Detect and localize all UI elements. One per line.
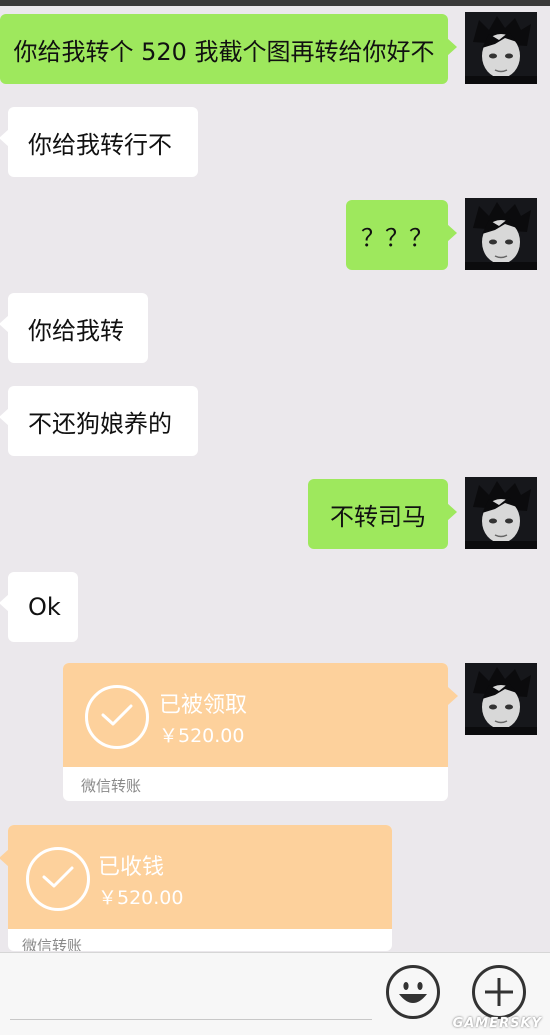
message-bubble-outgoing[interactable]: 你给我转个 520 我截个图再转给你好不 xyxy=(0,14,457,84)
bubble-tail xyxy=(0,849,9,867)
message-bubble-incoming[interactable]: 你给我转 xyxy=(0,293,148,363)
message-bubble-outgoing[interactable]: 不转司马 xyxy=(308,479,457,549)
message-text: 不还狗娘养的 xyxy=(28,409,172,438)
watermark: GAMERSKY xyxy=(452,1016,542,1031)
message-text: 你给我转个 520 我截个图再转给你好不 xyxy=(13,37,435,66)
chat-input-bar: GAMERSKY xyxy=(0,952,550,1035)
message-bubble-incoming[interactable]: Ok xyxy=(0,572,78,642)
plus-icon[interactable] xyxy=(472,965,526,1019)
transfer-card-incoming[interactable]: 已收钱 ￥520.00 微信转账 xyxy=(8,825,392,951)
message-input[interactable] xyxy=(10,1019,372,1020)
transfer-amount: ￥520.00 xyxy=(159,725,245,747)
avatar-icon[interactable] xyxy=(465,198,537,270)
check-icon xyxy=(26,847,90,911)
message-text: 不转司马 xyxy=(330,502,426,531)
emoji-icon[interactable] xyxy=(386,965,440,1019)
avatar-icon[interactable] xyxy=(465,12,537,84)
message-text: 你给我转行不 xyxy=(28,130,172,159)
avatar-icon[interactable] xyxy=(465,663,537,735)
status-bar xyxy=(0,0,550,6)
bubble-tail xyxy=(448,687,458,705)
message-bubble-outgoing[interactable]: ？？？ xyxy=(346,200,457,270)
transfer-amount: ￥520.00 xyxy=(98,887,184,909)
message-text: Ok xyxy=(28,593,61,621)
message-text: 你给我转 xyxy=(28,316,124,345)
message-bubble-incoming[interactable]: 你给我转行不 xyxy=(0,107,198,177)
check-icon xyxy=(85,685,149,749)
avatar-icon[interactable] xyxy=(465,477,537,549)
transfer-footer: 微信转账 xyxy=(81,777,142,795)
message-text: ？？？ xyxy=(361,223,433,252)
transfer-status: 已收钱 xyxy=(98,855,165,880)
transfer-footer: 微信转账 xyxy=(22,937,83,951)
message-bubble-incoming[interactable]: 不还狗娘养的 xyxy=(0,386,198,456)
transfer-status: 已被领取 xyxy=(159,693,248,718)
transfer-card-outgoing[interactable]: 已被领取 ￥520.00 微信转账 xyxy=(63,663,448,801)
